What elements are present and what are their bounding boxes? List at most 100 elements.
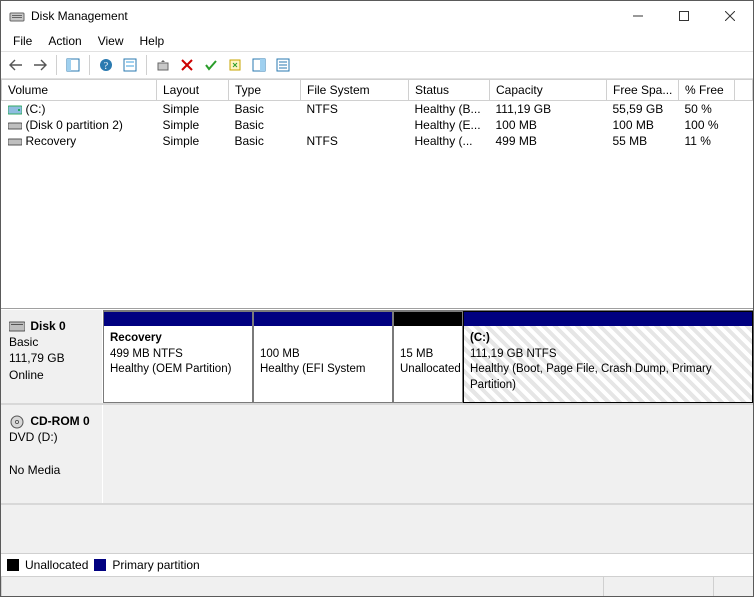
volume-fs: NTFS	[301, 133, 409, 149]
cdrom-title: CD-ROM 0	[30, 414, 89, 428]
col-volume[interactable]: Volume	[2, 80, 157, 101]
window-title: Disk Management	[31, 9, 615, 23]
volume-layout: Simple	[157, 101, 229, 118]
col-spacer	[735, 80, 753, 101]
cdrom-map-empty	[103, 405, 753, 503]
menu-file[interactable]: File	[5, 32, 40, 50]
volume-icon	[8, 121, 22, 131]
volume-fs	[301, 117, 409, 133]
recovery-title: Recovery	[110, 332, 162, 344]
volume-status: Healthy (E...	[409, 117, 490, 133]
volume-layout: Simple	[157, 117, 229, 133]
partition-c[interactable]: (C:) 111,19 GB NTFS Healthy (Boot, Page …	[463, 311, 753, 403]
recovery-size: 499 MB NTFS	[110, 348, 183, 360]
refresh-button[interactable]	[152, 54, 174, 76]
volume-type: Basic	[229, 133, 301, 149]
disk-row-cdrom[interactable]: CD-ROM 0 DVD (D:) No Media	[1, 405, 753, 505]
menu-view[interactable]: View	[90, 32, 132, 50]
cdrom-icon	[9, 415, 25, 429]
volume-free: 55 MB	[607, 133, 679, 149]
legend: Unallocated Primary partition	[1, 553, 753, 576]
volume-type: Basic	[229, 117, 301, 133]
menu-help[interactable]: Help	[132, 32, 173, 50]
table-row[interactable]: (Disk 0 partition 2)SimpleBasicHealthy (…	[2, 117, 753, 133]
legend-unallocated: Unallocated	[25, 558, 88, 572]
col-status[interactable]: Status	[409, 80, 490, 101]
partition-unallocated[interactable]: 15 MB Unallocated	[393, 311, 463, 403]
col-filesystem[interactable]: File System	[301, 80, 409, 101]
col-layout[interactable]: Layout	[157, 80, 229, 101]
volume-name: Recovery	[26, 134, 77, 148]
forward-button[interactable]	[29, 54, 51, 76]
show-hide-console-tree-button[interactable]	[62, 54, 84, 76]
cdrom-state: No Media	[9, 463, 60, 477]
efi-size: 100 MB	[260, 348, 300, 360]
col-freespace[interactable]: Free Spa...	[607, 80, 679, 101]
properties-button[interactable]	[272, 54, 294, 76]
volume-table: Volume Layout Type File System Status Ca…	[1, 79, 753, 149]
table-row[interactable]: RecoverySimpleBasicNTFSHealthy (...499 M…	[2, 133, 753, 149]
table-header-row: Volume Layout Type File System Status Ca…	[2, 80, 753, 101]
statusbar	[1, 576, 753, 596]
volume-capacity: 100 MB	[490, 117, 607, 133]
action-list-button[interactable]	[248, 54, 270, 76]
menubar: File Action View Help	[1, 31, 753, 51]
toolbar: ?	[1, 51, 753, 79]
apply-icon[interactable]	[200, 54, 222, 76]
minimize-button[interactable]	[615, 1, 661, 31]
volume-free: 55,59 GB	[607, 101, 679, 118]
disk-header-cdrom[interactable]: CD-ROM 0 DVD (D:) No Media	[1, 405, 103, 503]
app-icon	[9, 8, 25, 24]
disk-icon	[9, 320, 25, 334]
stripe-unallocated	[394, 312, 462, 326]
stripe-primary	[254, 312, 392, 326]
volume-fs: NTFS	[301, 101, 409, 118]
volume-status: Healthy (...	[409, 133, 490, 149]
efi-status: Healthy (EFI System	[260, 363, 365, 375]
volume-capacity: 111,19 GB	[490, 101, 607, 118]
volume-pct: 50 %	[679, 101, 735, 118]
partition-efi[interactable]: 100 MB Healthy (EFI System	[253, 311, 393, 403]
recovery-status: Healthy (OEM Partition)	[110, 363, 231, 375]
rescan-disks-button[interactable]	[224, 54, 246, 76]
volume-free: 100 MB	[607, 117, 679, 133]
volume-pct: 11 %	[679, 133, 735, 149]
stripe-primary	[464, 312, 752, 326]
disk0-title: Disk 0	[30, 319, 65, 333]
volume-type: Basic	[229, 101, 301, 118]
legend-swatch-unallocated	[7, 559, 19, 571]
disk-map-pane: Disk 0 Basic 111,79 GB Online Recovery 4…	[1, 309, 753, 576]
disk0-type: Basic	[9, 335, 38, 349]
stripe-primary	[104, 312, 252, 326]
disk-map-scroll[interactable]: Disk 0 Basic 111,79 GB Online Recovery 4…	[1, 310, 753, 553]
help-button[interactable]: ?	[95, 54, 117, 76]
titlebar: Disk Management	[1, 1, 753, 31]
col-type[interactable]: Type	[229, 80, 301, 101]
disk-header-disk0[interactable]: Disk 0 Basic 111,79 GB Online	[1, 310, 103, 403]
disk-row-disk0[interactable]: Disk 0 Basic 111,79 GB Online Recovery 4…	[1, 310, 753, 405]
partition-recovery[interactable]: Recovery 499 MB NTFS Healthy (OEM Partit…	[103, 311, 253, 403]
volume-capacity: 499 MB	[490, 133, 607, 149]
table-row[interactable]: (C:)SimpleBasicNTFSHealthy (B...111,19 G…	[2, 101, 753, 118]
close-button[interactable]	[707, 1, 753, 31]
maximize-button[interactable]	[661, 1, 707, 31]
unalloc-status: Unallocated	[400, 363, 461, 375]
volume-list-pane[interactable]: Volume Layout Type File System Status Ca…	[1, 79, 753, 309]
c-status: Healthy (Boot, Page File, Crash Dump, Pr…	[470, 363, 712, 391]
disk0-size: 111,79 GB	[9, 351, 65, 365]
c-title: (C:)	[470, 332, 490, 344]
back-button[interactable]	[5, 54, 27, 76]
delete-icon[interactable]	[176, 54, 198, 76]
col-pctfree[interactable]: % Free	[679, 80, 735, 101]
menu-action[interactable]: Action	[40, 32, 89, 50]
disk0-state: Online	[9, 368, 44, 382]
volume-pct: 100 %	[679, 117, 735, 133]
disk0-map: Recovery 499 MB NTFS Healthy (OEM Partit…	[103, 310, 753, 403]
volume-icon	[8, 137, 22, 147]
volume-name: (C:)	[26, 102, 46, 116]
c-size: 111,19 GB NTFS	[470, 348, 557, 360]
cdrom-sub: DVD (D:)	[9, 430, 58, 444]
settings-button[interactable]	[119, 54, 141, 76]
col-capacity[interactable]: Capacity	[490, 80, 607, 101]
svg-text:?: ?	[104, 61, 109, 72]
